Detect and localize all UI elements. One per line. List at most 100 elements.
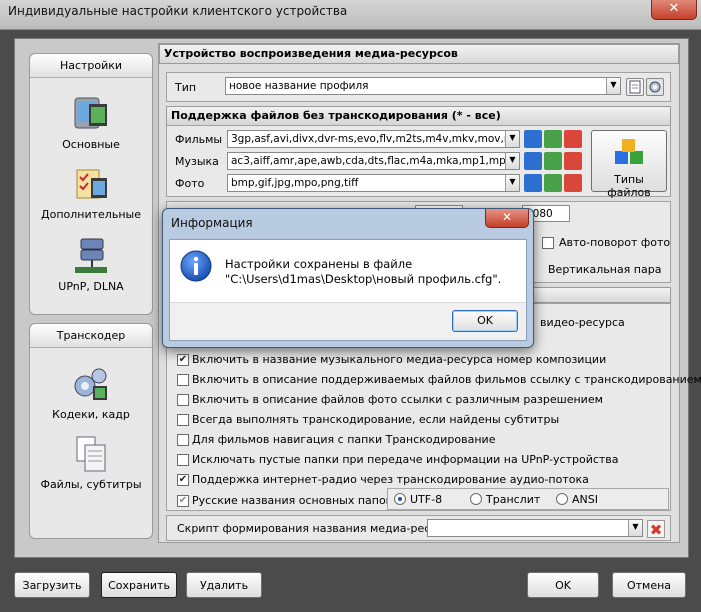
sidebar-transcoder-group: Транскодер Кодеки, кадр Файлы, субтитры	[29, 323, 153, 539]
profile-settings-icon[interactable]	[646, 78, 664, 96]
file-types-label: Типы файлов	[607, 173, 651, 199]
auto-rotate-label: Авто-поворот фото	[559, 236, 671, 249]
delete-button[interactable]: Удалить	[186, 572, 262, 598]
add-format-icon[interactable]	[544, 130, 562, 148]
films-formats-value: 3gp,asf,avi,divx,dvr-ms,evo,flv,m2ts,m4v…	[231, 133, 520, 145]
sidebar-item-codecs[interactable]: Кодеки, кадр	[32, 364, 150, 421]
encoding-radio-translit[interactable]	[470, 493, 482, 505]
option-checkbox-empty-folders[interactable]	[177, 454, 189, 466]
gears-film-icon	[71, 364, 111, 404]
window-title: Индивидуальные настройки клиентского уст…	[8, 4, 348, 18]
option-label: Включить в описание файлов фото ссылки с…	[192, 393, 603, 406]
option-checkbox-transcode-link[interactable]	[177, 374, 189, 386]
music-formats-value: ac3,aiff,amr,ape,awb,cda,dts,flac,m4a,mk…	[231, 155, 520, 167]
option-checkbox-navigation[interactable]	[177, 434, 189, 446]
option-label: Русские названия основных папок	[192, 494, 393, 507]
remove-format-icon[interactable]	[564, 174, 582, 192]
sidebar-transcoder-header: Транскодер	[30, 324, 152, 348]
calendar-grid-icon[interactable]	[524, 174, 542, 192]
option-label: Для фильмов навигация с папки Транскодир…	[192, 433, 496, 446]
sidebar-item-files[interactable]: Файлы, субтитры	[32, 434, 150, 491]
edit-profile-icon[interactable]	[626, 78, 644, 96]
auto-rotate-checkbox[interactable]	[542, 237, 554, 249]
calendar-grid-icon[interactable]	[524, 130, 542, 148]
window-close-button[interactable]: ✕	[651, 0, 697, 20]
save-button[interactable]: Сохранить	[101, 572, 177, 598]
encoding-radio-utf8[interactable]	[394, 493, 406, 505]
dialog-body: Настройки сохранены в файле "C:\Users\d1…	[169, 239, 527, 341]
type-value: новое название профиля	[229, 80, 369, 92]
option-checkbox-russian-folders[interactable]: ✔	[177, 495, 189, 507]
encoding-label: ANSI	[572, 493, 598, 506]
formats-panel: Фильмы 3gp,asf,avi,divx,dvr-ms,evo,flv,m…	[166, 125, 671, 199]
encoding-label: UTF-8	[410, 493, 443, 506]
window-titlebar[interactable]: Индивидуальные настройки клиентского уст…	[0, 0, 701, 30]
sidebar-item-upnp[interactable]: UPnP, DLNA	[32, 236, 150, 293]
ok-button[interactable]: OK	[527, 572, 599, 598]
sidebar-item-basic[interactable]: Основные	[32, 94, 150, 151]
sidebar-item-label: Дополнительные	[41, 208, 141, 221]
photo-formats-value: bmp,gif,jpg,mpo,png,tiff	[231, 177, 359, 189]
dialog-title: Информация	[171, 216, 253, 230]
films-formats-field[interactable]: 3gp,asf,avi,divx,dvr-ms,evo,flv,m2ts,m4v…	[227, 130, 520, 148]
music-label: Музыка	[175, 155, 219, 168]
sidebar-settings-header: Настройки	[30, 54, 152, 78]
dialog-message-line2: "C:\Users\d1mas\Desktop\новый профиль.cf…	[225, 272, 502, 286]
monitor-film-icon	[71, 94, 111, 134]
device-section-title: Устройство воспроизведения медиа-ресурсо…	[159, 44, 679, 64]
films-label: Фильмы	[175, 133, 223, 146]
dialog-ok-button[interactable]: OK	[452, 310, 518, 332]
load-button[interactable]: Загрузить	[14, 572, 90, 598]
vertical-pair-label: Вертикальная пара	[548, 263, 662, 276]
add-format-icon[interactable]	[544, 152, 562, 170]
sidebar-item-label: UPnP, DLNA	[58, 280, 124, 293]
option-label: Всегда выполнять транскодирование, если …	[192, 413, 560, 426]
clear-script-icon[interactable]: ✖	[647, 520, 665, 539]
option-label: Включить в описание поддерживаемых файло…	[192, 373, 701, 386]
photo-formats-field[interactable]: bmp,gif,jpg,mpo,png,tiff ▼	[227, 174, 520, 192]
cubes-icon	[611, 137, 647, 169]
option-label: Исключать пустые папки при передаче инфо…	[192, 453, 619, 466]
add-format-icon[interactable]	[544, 174, 562, 192]
option-checkbox-subtitles[interactable]	[177, 414, 189, 426]
network-server-icon	[71, 236, 111, 276]
chevron-down-icon[interactable]: ▼	[606, 78, 620, 94]
sidebar-item-label: Основные	[62, 138, 120, 151]
type-label: Тип	[175, 81, 197, 94]
remove-format-icon[interactable]	[564, 130, 582, 148]
calendar-grid-icon[interactable]	[524, 152, 542, 170]
type-select[interactable]: новое название профиля ▼	[225, 77, 621, 95]
documents-icon	[71, 434, 111, 474]
option-label: Включить в название музыкального медиа-р…	[192, 353, 607, 366]
cancel-button[interactable]: Отмена	[612, 572, 686, 598]
option-checkbox-photo-resolution[interactable]	[177, 394, 189, 406]
chevron-down-icon[interactable]: ▼	[505, 153, 519, 169]
encoding-radio-ansi[interactable]	[556, 493, 568, 505]
dialog-close-button[interactable]: ✕	[485, 209, 529, 228]
chevron-down-icon[interactable]: ▼	[628, 520, 642, 536]
sidebar-settings-group: Настройки Основные Дополнительные UPnP, …	[29, 53, 153, 315]
script-select[interactable]: ▼	[427, 519, 643, 537]
encoding-group: UTF-8 Транслит ANSI	[387, 488, 669, 510]
file-types-button[interactable]: Типы файлов	[591, 130, 667, 199]
script-panel: Скрипт формирования названия медиа-ресур…	[166, 515, 671, 541]
remove-format-icon[interactable]	[564, 152, 582, 170]
dialog-message-line1: Настройки сохранены в файле	[225, 257, 413, 271]
chevron-down-icon[interactable]: ▼	[505, 175, 519, 191]
option-checkbox-track-number[interactable]: ✔	[177, 354, 189, 366]
option-checkbox-internet-radio[interactable]: ✔	[177, 474, 189, 486]
option-label: Поддержка интернет-радио через транскоди…	[192, 473, 589, 486]
video-resource-label-tail: видео-ресурса	[540, 316, 625, 329]
sidebar-item-label: Кодеки, кадр	[52, 408, 130, 421]
encoding-label: Транслит	[486, 493, 541, 506]
info-dialog[interactable]: Информация ✕ Настройки сохранены в файле…	[162, 208, 534, 348]
photo-label: Фото	[175, 177, 205, 190]
music-formats-field[interactable]: ac3,aiff,amr,ape,awb,cda,dts,flac,m4a,mk…	[227, 152, 520, 170]
checklist-icon	[71, 164, 111, 204]
chevron-down-icon[interactable]: ▼	[505, 131, 519, 147]
sidebar-item-advanced[interactable]: Дополнительные	[32, 164, 150, 221]
dialog-footer: OK	[170, 302, 526, 340]
formats-section-title: Поддержка файлов без транскодирования (*…	[166, 106, 671, 126]
info-icon	[180, 250, 212, 282]
script-label: Скрипт формирования названия медиа-ресур…	[177, 522, 457, 535]
